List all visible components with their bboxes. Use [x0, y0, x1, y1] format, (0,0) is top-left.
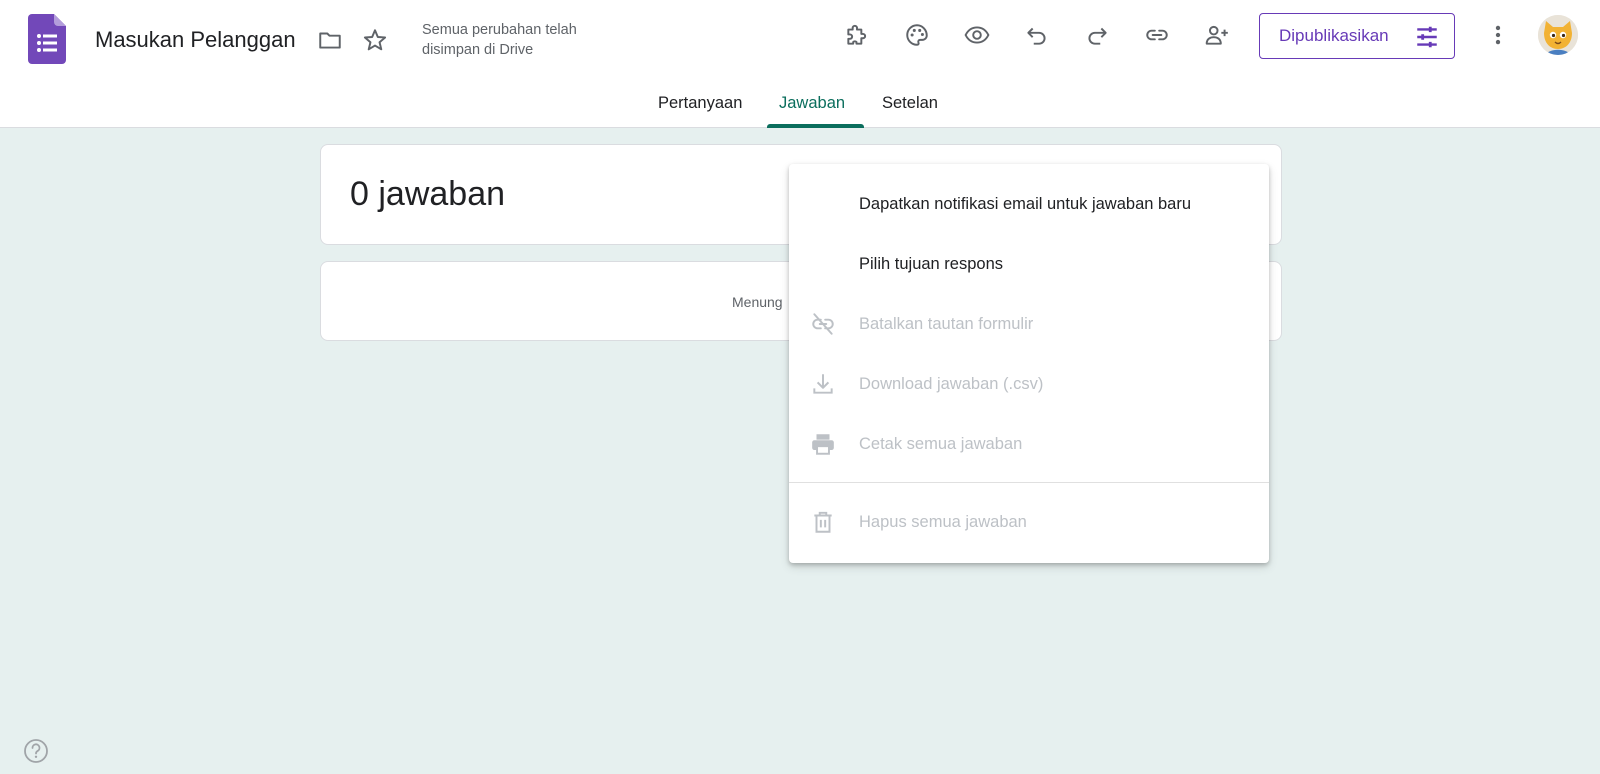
- tab-responses[interactable]: Jawaban: [779, 94, 845, 113]
- avatar[interactable]: [1538, 15, 1578, 55]
- tab-questions[interactable]: Pertanyaan: [658, 94, 742, 113]
- menu-item-label: Batalkan tautan formulir: [859, 314, 1034, 333]
- folder-icon[interactable]: [310, 20, 350, 60]
- menu-item-unlink-form: Batalkan tautan formulir: [789, 294, 1269, 354]
- save-status-text: Semua perubahan telah disimpan di Drive: [422, 22, 577, 58]
- menu-item-label: Pilih tujuan respons: [859, 254, 1004, 273]
- print-icon: [812, 434, 834, 455]
- undo-icon[interactable]: [1017, 15, 1057, 55]
- publish-settings-icon: [1417, 26, 1437, 48]
- menu-item-email-notifications[interactable]: Dapatkan notifikasi email untuk jawaban …: [789, 174, 1269, 234]
- redo-icon[interactable]: [1077, 15, 1117, 55]
- response-count-title: 0 jawaban: [350, 175, 506, 213]
- trash-icon: [814, 511, 832, 533]
- menu-item-download-csv: Download jawaban (.csv): [789, 354, 1269, 414]
- menu-item-select-destination[interactable]: Pilih tujuan respons: [789, 234, 1269, 294]
- menu-item-print-all: Cetak semua jawaban: [789, 414, 1269, 474]
- menu-item-label: Cetak semua jawaban: [859, 434, 1023, 453]
- tab-settings[interactable]: Setelan: [882, 94, 938, 113]
- active-tab-indicator: [767, 124, 864, 128]
- menu-item-label: Hapus semua jawaban: [859, 512, 1027, 531]
- menu-item-delete-all: Hapus semua jawaban: [789, 492, 1269, 552]
- download-icon: [813, 374, 833, 394]
- menu-item-label: Download jawaban (.csv): [859, 374, 1044, 393]
- more-vert-icon[interactable]: [1478, 15, 1518, 55]
- publish-button[interactable]: Dipublikasikan: [1259, 13, 1455, 59]
- star-icon[interactable]: [355, 20, 395, 60]
- link-icon[interactable]: [1137, 15, 1177, 55]
- responses-message-text: Menung: [732, 294, 783, 310]
- publish-label: Dipublikasikan: [1279, 26, 1389, 45]
- menu-divider: [789, 482, 1269, 483]
- document-title[interactable]: Masukan Pelanggan: [95, 27, 296, 53]
- add-collaborator-icon[interactable]: [1197, 15, 1237, 55]
- help-icon[interactable]: [23, 738, 49, 764]
- forms-logo-icon[interactable]: [28, 14, 66, 64]
- palette-icon[interactable]: [897, 15, 937, 55]
- preview-eye-icon[interactable]: [957, 15, 997, 55]
- link-off-icon: [812, 313, 834, 335]
- responses-more-menu: Dapatkan notifikasi email untuk jawaban …: [789, 164, 1269, 563]
- menu-item-label: Dapatkan notifikasi email untuk jawaban …: [859, 194, 1192, 213]
- app-header: Masukan Pelanggan Semua perubahan telah …: [0, 0, 1600, 128]
- addon-puzzle-icon[interactable]: [837, 15, 877, 55]
